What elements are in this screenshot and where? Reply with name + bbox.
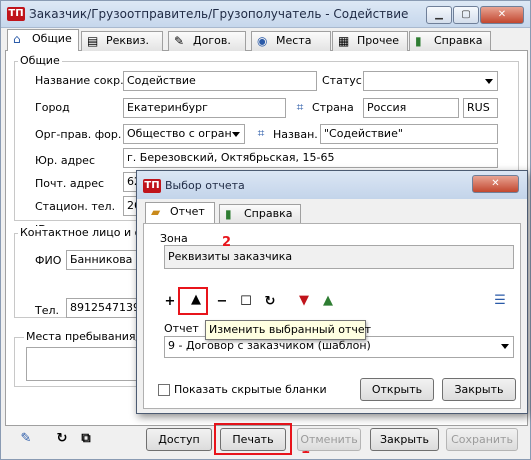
stay-list[interactable] xyxy=(26,347,138,381)
copy-icon[interactable]: ⧉ xyxy=(78,431,94,447)
tab-requisites[interactable]: ▤ Реквиз. xyxy=(81,31,163,51)
tab-label: Реквиз. xyxy=(106,34,150,47)
status-select[interactable] xyxy=(363,71,498,91)
dialog-tab-report[interactable]: ▰ Отчет xyxy=(145,202,215,224)
show-hidden-label: Показать скрытые бланки xyxy=(174,383,327,396)
title-bar: ТП Заказчик/Грузоотправитель/Грузополуча… xyxy=(1,1,530,28)
tab-other[interactable]: ▦ Прочее xyxy=(332,31,408,51)
tab-label: Прочее xyxy=(357,34,400,47)
country-code-field[interactable]: RUS xyxy=(463,98,498,118)
access-button[interactable]: Доступ xyxy=(146,428,212,451)
full-name-field[interactable]: "Содействие" xyxy=(320,124,498,144)
book-icon: ▮ xyxy=(415,34,422,48)
contact-group-title: Контактное лицо и от xyxy=(18,226,150,239)
city-field[interactable]: Екатеринбург xyxy=(123,98,286,118)
close-button[interactable]: Закрыть xyxy=(370,428,439,451)
chevron-down-icon xyxy=(501,344,509,349)
org-form-value: Общество с огран xyxy=(127,127,232,140)
phone-label: Стацион. тел. xyxy=(35,200,116,213)
square-icon[interactable]: ☐ xyxy=(238,294,254,310)
hierarchy-icon[interactable]: ⌗ xyxy=(293,100,307,114)
show-hidden-checkbox[interactable] xyxy=(158,384,170,396)
dialog-tab-help[interactable]: ▮ Справка xyxy=(219,204,301,224)
org-form-select[interactable]: Общество с огран xyxy=(123,124,245,144)
status-label: Статус xyxy=(322,74,362,87)
close-window-button[interactable]: ✕ xyxy=(480,6,524,24)
dialog-content: Зона Реквизиты заказчика + ▲ − ☐ ↻ ▼ ▲ ☰… xyxy=(143,223,521,409)
contract-icon: ✎ xyxy=(174,34,185,48)
postal-address-label: Почт. адрес xyxy=(35,177,105,190)
folder-icon: ▰ xyxy=(151,205,161,219)
tab-places[interactable]: ◉ Места xyxy=(251,31,331,51)
chevron-down-icon xyxy=(232,132,240,137)
chevron-down-icon xyxy=(485,79,493,84)
tab-label: Места xyxy=(276,34,312,47)
paperclip-icon[interactable]: ✎ xyxy=(18,431,34,447)
home-icon: ⌂ xyxy=(13,32,21,46)
short-name-field[interactable]: Содействие xyxy=(123,71,317,91)
highlight-box-2 xyxy=(178,287,208,315)
dialog-tabs: ▰ Отчет ▮ Справка xyxy=(143,200,521,224)
tab-label: Справка xyxy=(244,207,293,220)
country-label: Страна xyxy=(312,101,354,114)
document-icon: ▤ xyxy=(87,34,99,48)
tab-label: Догов. xyxy=(193,34,231,47)
save-button[interactable]: Сохранить xyxy=(446,428,518,451)
hierarchy-icon[interactable]: ⌗ xyxy=(254,126,268,140)
dialog-close-action-button[interactable]: Закрыть xyxy=(442,378,516,401)
general-group-title: Общие xyxy=(18,54,62,67)
app-logo-icon: ТП xyxy=(7,7,25,21)
zone-label: Зона xyxy=(160,232,188,245)
highlight-box-1 xyxy=(214,423,292,455)
tel-field[interactable]: 89125471398 xyxy=(66,298,140,318)
city-label: Город xyxy=(35,101,70,114)
legal-address-label: Юр. адрес xyxy=(35,154,95,167)
org-form-label: Орг-прав. фор. xyxy=(35,128,122,141)
refresh-icon[interactable]: ↻ xyxy=(262,294,278,310)
tab-general[interactable]: ⌂ Общие xyxy=(7,29,79,52)
globe-icon: ◉ xyxy=(257,34,268,48)
maximize-button[interactable]: ▢ xyxy=(453,6,479,24)
plus-icon[interactable]: + xyxy=(162,294,178,310)
notes-icon: ▦ xyxy=(338,34,350,48)
zone-field: Реквизиты заказчика xyxy=(164,245,514,269)
tab-label: Отчет xyxy=(170,205,205,218)
country-field[interactable]: Россия xyxy=(363,98,459,118)
tooltip: Изменить выбранный отчет xyxy=(205,320,371,340)
open-button[interactable]: Открыть xyxy=(360,378,434,401)
short-name-label: Название сокр. xyxy=(35,74,124,87)
fio-label: ФИО xyxy=(35,254,62,267)
list-icon[interactable]: ☰ xyxy=(492,293,508,309)
window-title: Заказчик/Грузоотправитель/Грузополучател… xyxy=(29,7,409,21)
tel-label: Тел. xyxy=(35,304,60,317)
report-label: Отчет xyxy=(164,322,199,335)
minimize-button[interactable]: ▁ xyxy=(426,6,452,24)
export-icon[interactable]: ▲ xyxy=(320,293,336,309)
import-icon[interactable]: ▼ xyxy=(296,293,312,309)
report-value: 9 - Договор с заказчиком (шаблон) xyxy=(168,339,371,352)
dialog-close-button[interactable]: ✕ xyxy=(472,175,519,193)
marker-2: 2 xyxy=(222,235,232,250)
tab-label: Общие xyxy=(32,32,72,45)
fio-field[interactable]: Банникова Ю xyxy=(66,250,140,270)
tab-help[interactable]: ▮ Справка xyxy=(409,31,491,51)
app-logo-icon: ТП xyxy=(143,179,161,193)
refresh-icon[interactable]: ↻ xyxy=(54,431,70,447)
minus-icon[interactable]: − xyxy=(214,294,230,310)
legal-address-field[interactable]: г. Березовский, Октябрьская, 15-65 xyxy=(123,148,498,168)
tab-label: Справка xyxy=(434,34,483,47)
dialog-title: Выбор отчета xyxy=(165,179,245,192)
full-name-label: Назван. xyxy=(273,128,318,141)
cancel-button[interactable]: Отменить xyxy=(297,428,361,451)
tab-contracts[interactable]: ✎ Догов. xyxy=(168,31,246,51)
dialog-title-bar: ТП Выбор отчета ✕ xyxy=(137,171,527,199)
stay-group-title: Места пребывания/за xyxy=(24,330,154,343)
book-icon: ▮ xyxy=(225,207,232,221)
main-tabs: ⌂ Общие ▤ Реквиз. ✎ Догов. ◉ Места ▦ Про… xyxy=(5,29,528,52)
